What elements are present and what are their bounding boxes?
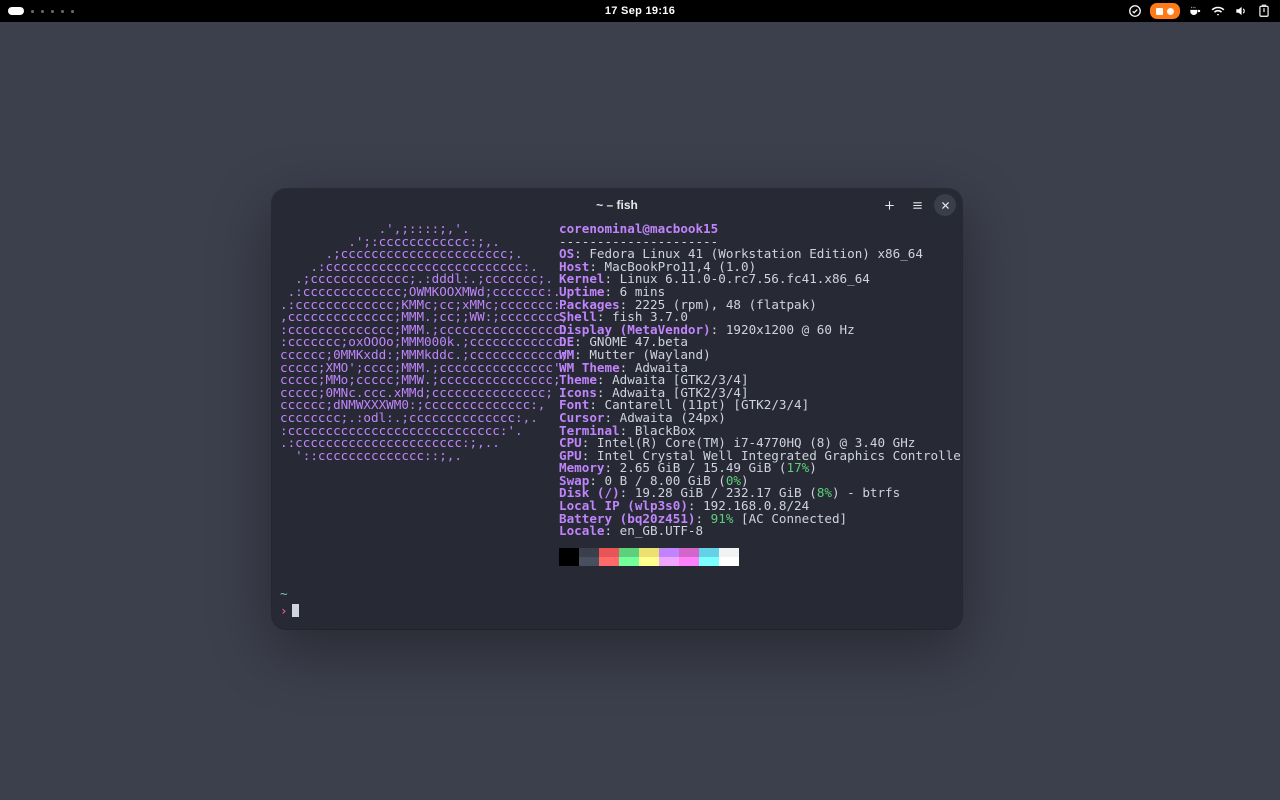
color-swatch: [699, 557, 719, 566]
workspace-indicator[interactable]: [8, 7, 74, 15]
workspace-dot: [31, 10, 34, 13]
terminal-output[interactable]: .',;::::;,'. .';:cccccccccccc:;,. .;cccc…: [272, 221, 962, 574]
color-swatch: [619, 548, 639, 557]
prompt-symbol: ›: [280, 603, 288, 618]
workspace-dot: [41, 10, 44, 13]
check-icon[interactable]: [1127, 3, 1143, 19]
color-swatch: [679, 548, 699, 557]
power-icon[interactable]: [1256, 3, 1272, 19]
menu-button[interactable]: [906, 194, 928, 216]
workspace-active: [8, 7, 24, 15]
workspace-dot: [61, 10, 64, 13]
color-swatch: [559, 548, 579, 557]
color-swatch: [639, 548, 659, 557]
screen-share-icon: [1156, 8, 1163, 15]
workspace-dot: [71, 10, 74, 13]
info-row: Locale: en_GB.UTF-8: [559, 525, 962, 538]
color-swatch: [599, 557, 619, 566]
screencast-indicator[interactable]: [1150, 3, 1180, 19]
system-tray[interactable]: [1127, 3, 1272, 19]
color-swatch: [639, 557, 659, 566]
color-swatch: [579, 548, 599, 557]
color-swatch: [719, 548, 739, 557]
color-swatch: [699, 548, 719, 557]
close-button[interactable]: [934, 194, 956, 216]
gnome-top-bar: 17 Sep 19:16: [0, 0, 1280, 22]
wifi-icon[interactable]: [1210, 3, 1226, 19]
color-swatch: [579, 557, 599, 566]
color-swatches: [559, 548, 739, 566]
workspace-dot: [51, 10, 54, 13]
color-swatch: [679, 557, 699, 566]
volume-icon[interactable]: [1233, 3, 1249, 19]
coffee-icon[interactable]: [1187, 3, 1203, 19]
clock[interactable]: 17 Sep 19:16: [605, 5, 675, 17]
color-swatch: [559, 557, 579, 566]
color-swatch: [659, 548, 679, 557]
prompt-cwd: ~: [280, 586, 288, 601]
new-tab-button[interactable]: [878, 194, 900, 216]
cursor: [292, 604, 299, 617]
window-titlebar[interactable]: ~ – fish: [272, 189, 962, 221]
terminal-window: ~ – fish .',;::::;,'. .';:cccccccccccc:;…: [272, 189, 962, 629]
color-swatch: [719, 557, 739, 566]
color-swatch: [619, 557, 639, 566]
color-swatch: [659, 557, 679, 566]
shell-prompt[interactable]: ~ ›: [280, 586, 299, 619]
record-icon: [1167, 8, 1174, 15]
window-title: ~ – fish: [596, 198, 638, 212]
color-swatch: [599, 548, 619, 557]
ascii-logo: .',;::::;,'. .';:cccccccccccc:;,. .;cccc…: [280, 223, 557, 566]
